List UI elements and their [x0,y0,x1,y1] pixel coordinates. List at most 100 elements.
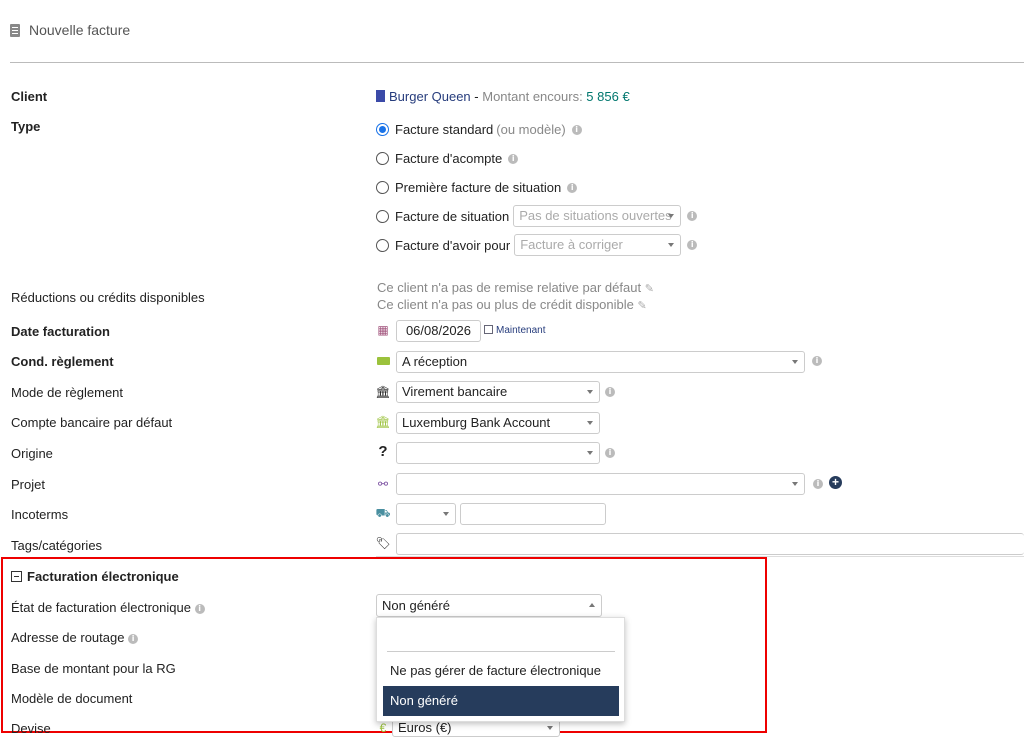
client-separator: - [470,89,483,104]
document-icon [10,23,20,37]
info-icon: i [687,240,698,250]
chevron-down-icon [587,421,593,425]
compte-select-value: Luxemburg Bank Account [402,415,551,430]
type-standard-row: Facture standard (ou modèle) i [376,122,582,137]
etat-select-value: Non généré [382,598,450,613]
incoterms-location-input[interactable] [460,503,606,525]
type-standard-label: Facture standard [395,122,494,137]
radio-acompte[interactable] [376,152,389,165]
projet-label: Projet [11,477,45,492]
projet-select[interactable] [396,473,805,495]
type-premiere-situation-row: Première facture de situation i [376,180,578,195]
incoterms-label: Incoterms [11,507,69,522]
bank-account-icon: 🏛 [375,415,391,429]
type-situation-row: Facture de situation Pas de situations o… [376,205,698,227]
calendar-small-icon [484,325,493,334]
origine-label: Origine [11,446,53,461]
etat-label-text: État de facturation électronique [11,600,191,615]
radio-situation[interactable] [376,209,389,223]
dropdown-option-selected[interactable]: Non généré [383,686,619,716]
info-icon: i [571,124,582,135]
type-acompte-row: Facture d'acompte i [376,151,519,166]
situation-select-value: Pas de situations ouvertes [519,208,672,223]
info-icon: i [605,448,615,458]
building-icon [376,90,385,102]
pencil-icon[interactable]: ✎ [645,283,654,295]
type-acompte-label: Facture d'acompte [395,151,503,166]
etat-label: État de facturation électronique i [11,600,205,615]
chevron-down-icon [443,512,449,516]
cond-select[interactable]: A réception [396,351,805,373]
radio-avoir[interactable] [376,238,389,252]
add-project-icon[interactable]: + [829,476,842,489]
date-label: Date facturation [11,324,110,339]
info-icon: i [567,182,578,193]
info-icon: i [508,153,519,164]
tag-icon: 🏷 [375,536,391,550]
type-avoir-label: Facture d'avoir pour [395,237,511,253]
page-header: Nouvelle facture [10,21,130,39]
money-icon [376,354,390,368]
client-label: Client [11,89,48,104]
origine-select[interactable] [396,442,600,464]
type-premiere-situation-label: Première facture de situation [395,180,562,195]
now-label: Maintenant [496,325,546,336]
avoir-select-value: Facture à corriger [520,237,623,252]
info-icon: i [605,387,615,397]
efact-section-header[interactable]: Facturation électronique [11,569,179,584]
page-title: Nouvelle facture [29,22,131,38]
etat-select[interactable]: Non généré [376,594,602,617]
remise-text: Ce client n'a pas de remise relative par… [377,280,654,295]
avoir-select[interactable]: Facture à corriger [514,234,682,256]
reductions-label: Réductions ou crédits disponibles [11,290,205,305]
info-icon: i [812,356,822,366]
encours-value: 5 856 € [586,89,630,104]
radio-premiere-situation[interactable] [376,181,389,194]
situation-select[interactable]: Pas de situations ouvertes [513,205,682,227]
devise-select-value: Euros (€) [398,720,452,735]
encours-label: Montant encours: [482,89,587,104]
pencil-icon[interactable]: ✎ [638,300,647,312]
cond-select-value: A réception [402,354,468,369]
credit-value: Ce client n'a pas ou plus de crédit disp… [377,297,634,312]
adresse-label-text: Adresse de routage [11,630,125,645]
cond-label: Cond. règlement [11,354,114,369]
tags-label: Tags/catégories [11,538,103,553]
dropdown-search-input[interactable] [387,628,615,652]
dropdown-option[interactable]: Ne pas gérer de facture électronique [383,656,619,686]
mode-select[interactable]: Virement bancaire [396,381,600,403]
mode-label: Mode de règlement [11,385,124,400]
credit-text: Ce client n'a pas ou plus de crédit disp… [377,297,647,312]
type-situation-label: Facture de situation [395,208,510,224]
radio-standard[interactable] [376,123,389,136]
mode-select-value: Virement bancaire [402,384,508,399]
now-link[interactable]: Maintenant [484,325,545,336]
chevron-up-icon [589,603,595,607]
chevron-down-icon [792,482,798,486]
question-icon: ? [378,442,388,460]
etat-dropdown: Ne pas gérer de facture électronique Non… [376,617,625,722]
chevron-down-icon [668,243,675,247]
type-standard-hint: (ou modèle) [496,122,566,137]
compte-select[interactable]: Luxemburg Bank Account [396,412,600,434]
remise-value: Ce client n'a pas de remise relative par… [377,280,642,295]
calendar-icon[interactable]: ▦ [376,323,390,337]
client-value: Burger Queen - Montant encours: 5 856 € [376,89,630,104]
type-avoir-row: Facture d'avoir pour Facture à corriger … [376,234,698,256]
client-link[interactable]: Burger Queen [389,89,471,104]
header-divider [10,62,1024,63]
modele-label: Modèle de document [11,691,133,706]
chevron-down-icon [587,451,593,455]
collapse-icon[interactable] [11,571,22,582]
info-icon: i [813,479,823,489]
chevron-down-icon [668,214,675,218]
info-icon: i [687,211,698,221]
truck-icon: ⛟ [375,506,391,520]
project-icon: ⚯ [377,477,389,491]
tags-input[interactable] [396,533,1024,555]
info-icon: i [128,633,139,644]
efact-section-title: Facturation électronique [27,569,179,584]
date-input[interactable]: 06/08/2026 [396,320,481,342]
euro-icon: € [379,721,387,735]
incoterms-select[interactable] [396,503,456,525]
